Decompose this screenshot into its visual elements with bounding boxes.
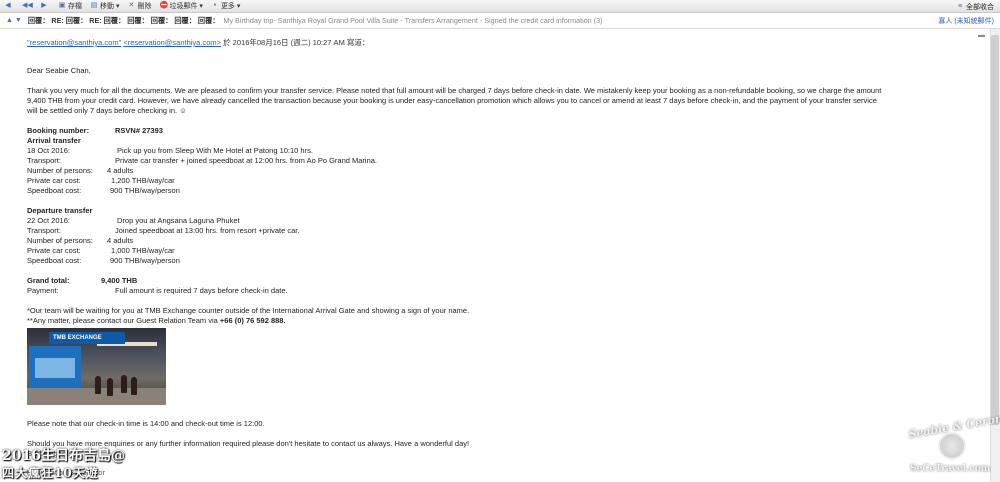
back-all-icon: ◀◀ <box>22 2 33 9</box>
arrival-transport-label: Transport: <box>27 156 61 165</box>
photo-sign: TMB EXCHANGE <box>49 332 125 344</box>
departure-persons-label: Number of persons: <box>27 236 93 245</box>
contact-phone: +66 (0) 76 592 888. <box>219 316 286 325</box>
departure-car-label: Private car cost: <box>27 246 81 255</box>
departure-car-value: 1,000 THB/way/car <box>111 246 175 255</box>
contact-line: **Any matter, please contact our Guest R… <box>27 316 887 326</box>
thread-nav-icon[interactable]: ▲ ▼ <box>6 17 22 24</box>
caption-line-2: 四大瘋狂10天遊 <box>2 466 99 480</box>
save-icon: ▣ <box>58 2 66 9</box>
caption-line-1: 2016生日布吉島@ <box>2 448 125 464</box>
photo-caption-overlay: 2016生日布吉島@ 四大瘋狂10天遊 <box>2 445 125 481</box>
back-arrow-icon: ◀ <box>5 2 11 9</box>
recipients-link[interactable]: 寡人 (未知統郵件) <box>938 16 994 26</box>
arrival-transport-value: Private car transfer + joined speedboat … <box>115 156 378 165</box>
arrival-car-label: Private car cost: <box>27 176 81 185</box>
globe-icon <box>938 432 966 460</box>
departure-persons-value: 4 adults <box>107 236 134 245</box>
departure-boat-label: Speedboat cost: <box>27 256 82 265</box>
departure-section: Departure transfer 22 Oct 2016: Drop you … <box>27 206 887 266</box>
message-body: "reservation@santhiya.com" <reservation@… <box>27 38 887 449</box>
contact-text: **Any matter, please contact our Guest R… <box>27 316 218 325</box>
team-note: *Our team will be waiting for you at TMB… <box>27 306 470 315</box>
collapse-all-label: 全部收合 <box>966 4 994 11</box>
total-section: Grand total: 9,400 THB Payment: Full amoun… <box>27 276 887 296</box>
departure-transport-value: Joined speedboat at 13:00 hrs. from reso… <box>115 226 300 235</box>
departure-transport-label: Transport: <box>27 226 61 235</box>
arrival-car-value: 1,200 THB/way/car <box>111 176 175 185</box>
intro-paragraph: Thank you very much for all the document… <box>27 86 887 116</box>
spam-icon: ⛔ <box>159 2 169 9</box>
departure-date-label: 22 Oct 2016: <box>27 216 70 225</box>
watermark-bottom: SeCeTravel.com <box>910 464 991 474</box>
arrival-persons-label: Number of persons: <box>27 166 93 175</box>
departure-heading: Departure transfer <box>27 206 93 215</box>
closing-note: Should you have more enquiries or any fu… <box>27 439 470 448</box>
grand-total-value: 9,400 THB <box>101 276 138 285</box>
grand-total-label: Grand total: <box>27 276 70 285</box>
mail-toolbar: ◀ ◀◀ ▶ ▣ 存檔 ▤ 移動 ▾ ✕ 刪除 ⛔ 垃圾郵件 ▾ • 更多 ▾ ≡ 全部收合 <box>0 0 1000 13</box>
subject-text: My Birthday trip- Santhiya Royal Grand P… <box>223 15 603 25</box>
save-button[interactable]: ▣ 存檔 <box>58 1 82 11</box>
collapse-all-button[interactable]: ≡ 全部收合 <box>956 2 994 12</box>
expand-all-icon: ≡ <box>957 3 963 10</box>
intro-line: Thank you very much for all the document… <box>27 86 882 95</box>
payment-value: Full amount is required 7 days before ch… <box>115 286 288 295</box>
forward-button[interactable]: ▶ <box>40 2 50 10</box>
spam-button[interactable]: ⛔ 垃圾郵件 ▾ <box>159 1 202 11</box>
delete-icon: ✕ <box>128 2 135 9</box>
sent-date: 於 2016年08月16日 (週二) 10:27 AM 寫道： <box>223 38 370 47</box>
arrival-persons-value: 4 adults <box>107 166 134 175</box>
delete-button[interactable]: ✕ 刪除 <box>127 1 152 11</box>
booking-section: Booking number: RSVN# 27393 Arrival trans… <box>27 126 887 196</box>
arrival-boat-label: Speedboat cost: <box>27 186 82 195</box>
more-icon: • <box>213 2 217 9</box>
move-button[interactable]: ▤ 移動 ▾ <box>90 1 120 11</box>
move-label: 移動 ▾ <box>100 3 120 10</box>
booking-number-value: RSVN# 27393 <box>115 126 163 135</box>
sender-line: "reservation@santhiya.com" <reservation@… <box>27 38 887 48</box>
subject-prefix: 回覆： RE: 回覆： RE: 回覆： 回覆： 回覆： 回覆： 回覆： <box>27 15 220 25</box>
sender-email-link[interactable]: <reservation@santhiya.com> <box>123 38 221 47</box>
forward-icon: ▶ <box>41 2 47 9</box>
reply-all-button[interactable]: ◀◀ <box>22 2 33 10</box>
watermark-logo: Seabie & Ceron SeCeTravel.com <box>902 412 1000 478</box>
scrollbar-thumb[interactable] <box>991 35 999 425</box>
sender-name-link[interactable]: "reservation@santhiya.com" <box>27 38 121 47</box>
arrival-heading: Arrival transfer <box>27 136 81 145</box>
subject-bar: ▲ ▼ 回覆： RE: 回覆： RE: 回覆： 回覆： 回覆： 回覆： 回覆： … <box>0 13 1000 29</box>
arrival-date-value: Pick up you from Sleep With Me Hotel at … <box>117 146 313 155</box>
departure-date-value: Drop you at Angsana Laguna Phuket <box>117 216 240 225</box>
booking-number-label: Booking number: <box>27 126 90 135</box>
move-icon: ▤ <box>90 2 98 9</box>
more-button[interactable]: • 更多 ▾ <box>211 1 241 11</box>
intro-line: will be settled only 7 days before check… <box>27 106 187 115</box>
departure-boat-value: 900 THB/way/person <box>110 256 180 265</box>
payment-label: Payment: <box>27 286 59 295</box>
tmb-exchange-photo: TMB EXCHANGE <box>27 328 166 405</box>
spam-label: 垃圾郵件 ▾ <box>169 3 203 10</box>
checkin-note: Please note that our check-in time is 14… <box>27 419 265 428</box>
more-label: 更多 ▾ <box>220 3 241 10</box>
arrival-date-label: 18 Oct 2016: <box>27 146 70 155</box>
back-button[interactable]: ◀ <box>4 2 14 10</box>
collapse-message-icon[interactable]: ▬ <box>978 32 988 40</box>
arrival-boat-value: 900 THB/way/person <box>110 186 180 195</box>
subject-title: 回覆： RE: 回覆： RE: 回覆： 回覆： 回覆： 回覆： 回覆： My B… <box>28 16 603 26</box>
delete-label: 刪除 <box>137 3 152 10</box>
greeting: Dear Seabie Chan, <box>27 66 91 75</box>
intro-line: 9,400 THB from your credit card. However… <box>27 96 877 105</box>
save-label: 存檔 <box>68 3 82 10</box>
